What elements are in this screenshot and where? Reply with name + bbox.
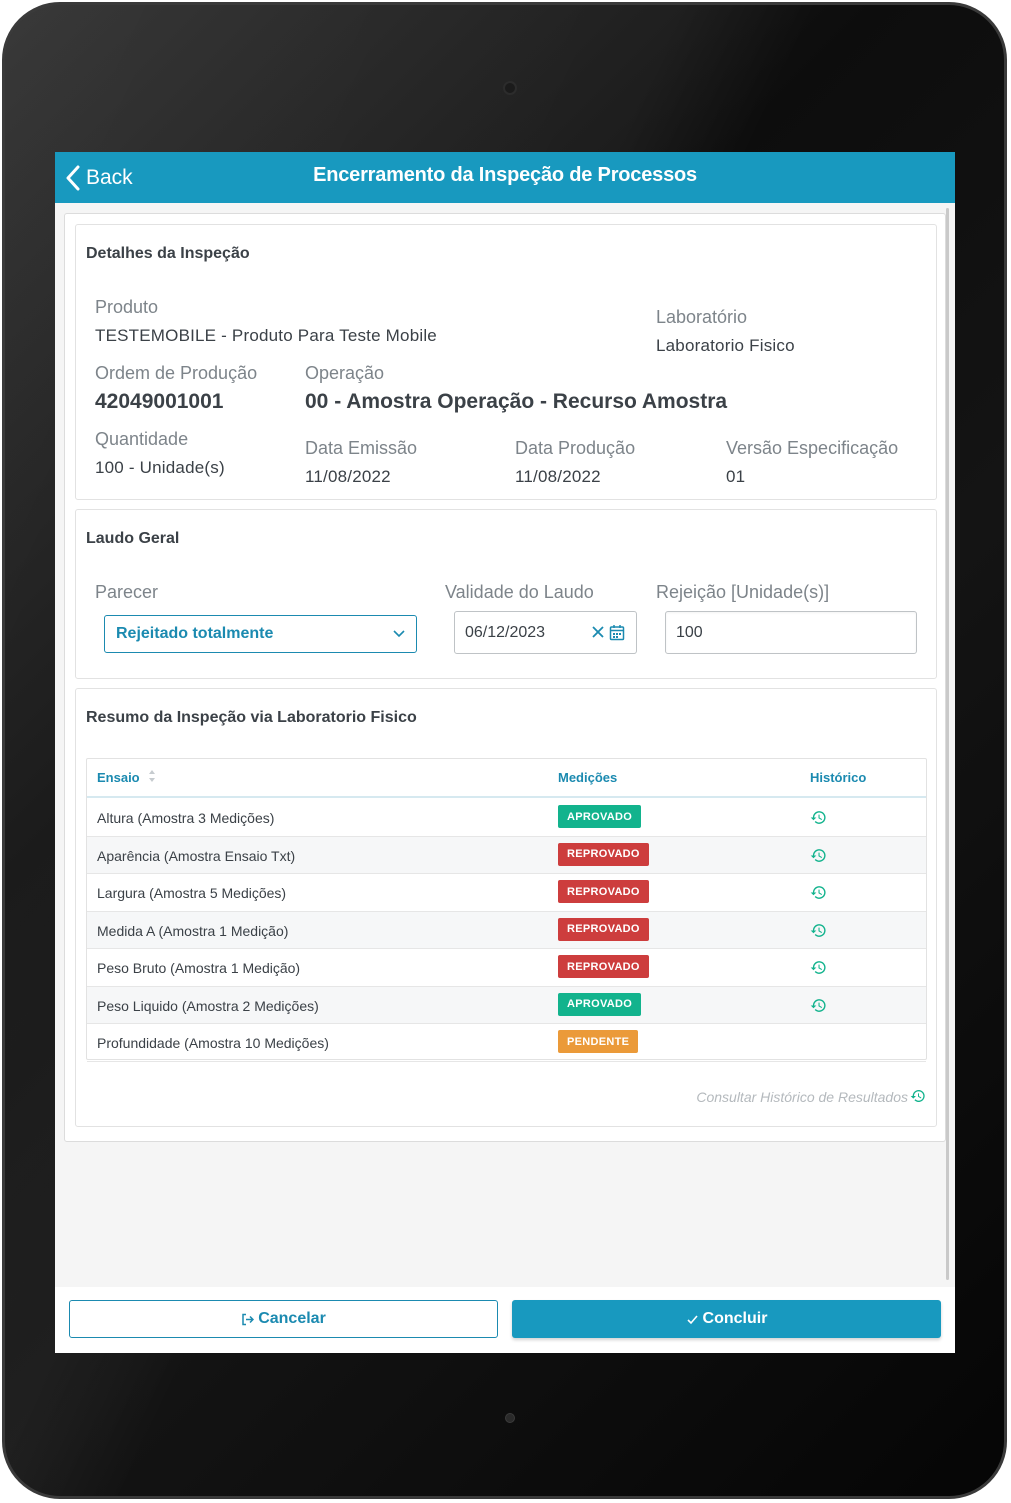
ensaios-table: Ensaio Medições Histórico Altura (Amostr… <box>86 758 927 1062</box>
validade-value: 06/12/2023 <box>465 623 546 641</box>
details-card: Detalhes da Inspeção Produto TESTEMOBILE… <box>75 224 937 500</box>
laudo-card: Laudo Geral Parecer Rejeitado totalmente… <box>75 509 937 679</box>
resumo-card: Resumo da Inspeção via Laboratorio Fisic… <box>75 688 937 1127</box>
camera <box>503 81 517 95</box>
status-badge: PENDENTE <box>558 1030 639 1053</box>
ensaio-name: Medida A (Amostra 1 Medição) <box>97 922 289 939</box>
home-indicator <box>505 1413 515 1423</box>
table-row: Peso Liquido (Amostra 2 Medições) APROVAD… <box>87 986 926 1024</box>
calendar-icon[interactable] <box>609 624 625 641</box>
sort-icon[interactable] <box>148 769 156 783</box>
operacao-value: 00 - Amostra Operação - Recurso Amostra <box>305 390 728 413</box>
close-icon[interactable] <box>591 625 605 639</box>
parecer-label: Parecer <box>95 582 159 602</box>
history-icon[interactable] <box>810 959 827 976</box>
ensaio-name: Altura (Amostra 3 Medições) <box>97 810 275 826</box>
table-row: Largura (Amostra 5 Medições) REPROVADO <box>87 874 926 912</box>
validade-label: Validade do Laudo <box>445 582 594 602</box>
history-icon[interactable] <box>810 997 827 1014</box>
col-medicoes: Medições <box>558 770 618 785</box>
data-emissao-value: 11/08/2022 <box>305 467 391 486</box>
confirm-button[interactable]: Concluir <box>512 1300 941 1338</box>
resumo-title: Resumo da Inspeção via Laboratorio Fisic… <box>86 709 417 726</box>
ensaio-name: Peso Bruto (Amostra 1 Medição) <box>97 960 301 976</box>
table-row: Profundidade (Amostra 10 Medições) PENDEN… <box>87 1024 926 1062</box>
history-icon[interactable] <box>810 809 827 826</box>
produto-value: TESTEMOBILE - Produto Para Teste Mobile <box>95 326 437 345</box>
status-badge: REPROVADO <box>558 917 649 941</box>
status-badge: APROVADO <box>558 805 642 828</box>
data-emissao-label: Data Emissão <box>305 438 418 458</box>
laboratorio-label: Laboratório <box>656 307 748 327</box>
status-badge: REPROVADO <box>558 842 649 866</box>
page-title: Encerramento da Inspeção de Processos <box>313 164 697 186</box>
status-badge: REPROVADO <box>558 955 649 978</box>
consult-history-link[interactable]: Consultar Histórico de Resultados <box>76 1088 926 1105</box>
ensaio-name: Profundidade (Amostra 10 Medições) <box>97 1035 329 1051</box>
ordem-value: 42049001001 <box>95 390 224 413</box>
produto-label: Produto <box>95 297 159 317</box>
ensaio-name: Peso Liquido (Amostra 2 Medições) <box>97 997 319 1014</box>
status-badge: APROVADO <box>558 992 642 1016</box>
versao-value: 01 <box>726 467 746 486</box>
parecer-value: Rejeitado totalmente <box>116 625 274 642</box>
rejeicao-field[interactable] <box>665 611 917 654</box>
content-panel: Detalhes da Inspeção Produto TESTEMOBILE… <box>64 213 946 1142</box>
footer-bar: Cancelar Concluir <box>55 1287 955 1353</box>
table-row: Peso Bruto (Amostra 1 Medição) REPROVADO <box>87 949 926 987</box>
check-icon <box>686 1314 698 1324</box>
col-historico: Histórico <box>810 770 867 785</box>
history-icon[interactable] <box>810 847 827 864</box>
history-icon[interactable] <box>810 922 827 939</box>
quantidade-label: Quantidade <box>95 429 189 449</box>
cancel-button[interactable]: Cancelar <box>69 1300 498 1338</box>
validade-date-field[interactable]: 06/12/2023 <box>454 611 637 654</box>
chevron-down-icon <box>393 630 405 638</box>
confirm-label: Concluir <box>702 1310 768 1327</box>
sign-out-icon <box>242 1313 255 1325</box>
quantidade-value: 100 - Unidade(s) <box>95 458 225 477</box>
cancel-label: Cancelar <box>258 1310 326 1327</box>
history-icon <box>910 1090 925 1102</box>
status-badge: REPROVADO <box>558 880 649 903</box>
ensaio-name: Aparência (Amostra Ensaio Txt) <box>97 847 296 864</box>
table-row: Aparência (Amostra Ensaio Txt) REPROVADO <box>87 836 926 874</box>
app-screen: Back Encerramento da Inspeção de Process… <box>55 152 955 1353</box>
history-icon[interactable] <box>810 884 827 901</box>
versao-label: Versão Especificação <box>726 438 899 458</box>
col-ensaio[interactable]: Ensaio <box>97 770 140 785</box>
table-header: Ensaio Medições Histórico <box>87 759 926 798</box>
top-bar: Back Encerramento da Inspeção de Process… <box>55 152 955 203</box>
scrollbar[interactable] <box>946 208 949 1280</box>
rejeicao-input[interactable] <box>676 623 876 642</box>
rejeicao-label: Rejeição [Unidade(s)] <box>656 582 830 602</box>
laboratorio-value: Laboratorio Fisico <box>656 336 795 355</box>
data-producao-value: 11/08/2022 <box>515 467 601 486</box>
table-row: Altura (Amostra 3 Medições) APROVADO <box>87 799 926 837</box>
laudo-title: Laudo Geral <box>86 530 180 547</box>
consult-history-label: Consultar Histórico de Resultados <box>696 1089 908 1105</box>
ensaio-name: Largura (Amostra 5 Medições) <box>97 885 287 901</box>
parecer-select[interactable]: Rejeitado totalmente <box>104 615 417 653</box>
ordem-label: Ordem de Produção <box>95 363 258 383</box>
table-row: Medida A (Amostra 1 Medição) REPROVADO <box>87 911 926 949</box>
data-producao-label: Data Produção <box>515 438 636 458</box>
operacao-label: Operação <box>305 363 385 383</box>
details-title: Detalhes da Inspeção <box>86 245 250 262</box>
